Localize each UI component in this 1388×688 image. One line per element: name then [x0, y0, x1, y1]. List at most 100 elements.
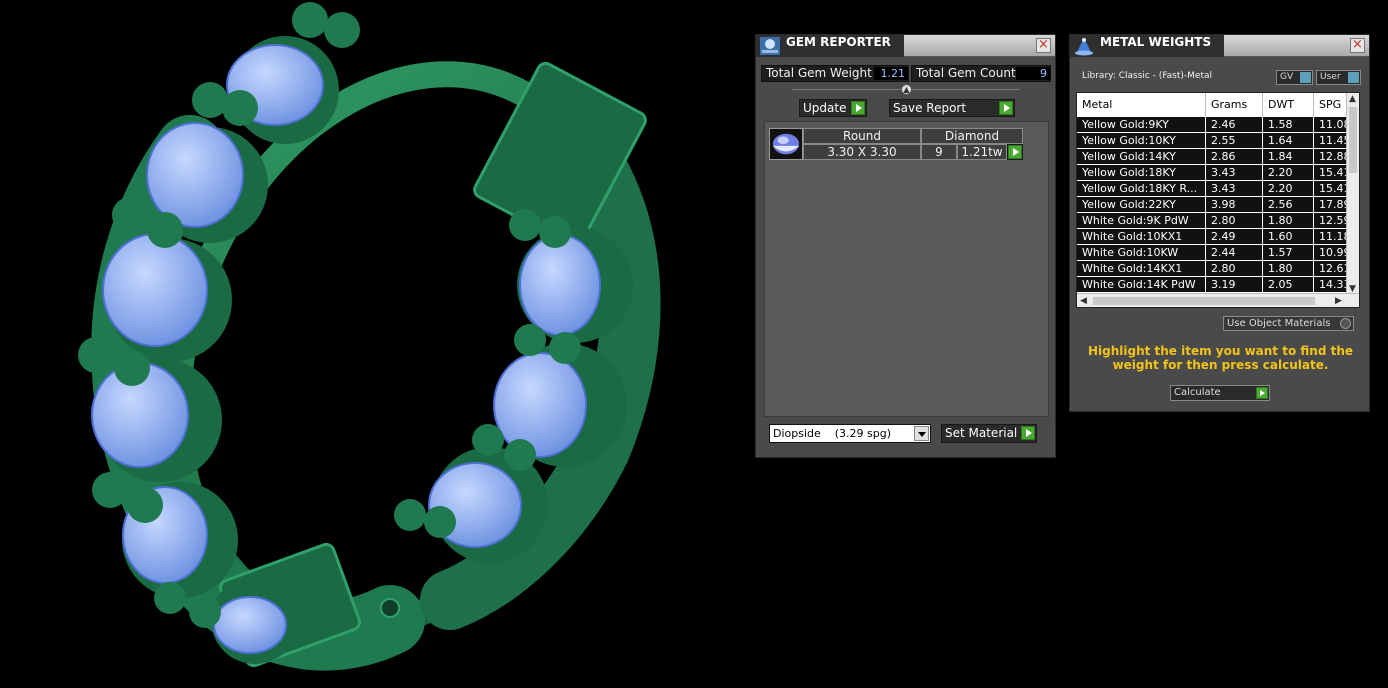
cell-metal: Yellow Gold:22KY [1077, 197, 1206, 212]
column-header-dwt[interactable]: DWT [1263, 93, 1314, 117]
gv-toggle[interactable]: GV [1276, 70, 1313, 85]
metal-weights-table[interactable]: Metal Grams DWT SPG Yellow Gold:9KY 2.46 1… [1076, 92, 1360, 308]
cell-metal: Yellow Gold:14KY [1077, 149, 1206, 164]
total-gem-count: Total Gem Count 9 [911, 65, 1051, 82]
horizontal-scrollbar[interactable]: ◀ ▶ [1077, 293, 1359, 307]
total-gem-weight-value: 1.21 [874, 67, 908, 80]
table-row[interactable]: Yellow Gold:18KY 3.43 2.20 15.41 [1077, 165, 1354, 181]
toggle-indicator-icon [1348, 72, 1359, 83]
cell-dwt: 2.20 [1263, 165, 1314, 180]
table-row[interactable]: White Gold:10KX1 2.49 1.60 11.18 [1077, 229, 1354, 245]
material-select-value: Diopside (3.29 spg) [773, 427, 892, 440]
cell-metal: Yellow Gold:9KY [1077, 117, 1206, 132]
scroll-up-icon[interactable]: ▲ [1349, 93, 1356, 105]
column-header-metal[interactable]: Metal [1077, 93, 1206, 117]
gem-weight[interactable]: 1.21tw [957, 144, 1007, 160]
gem-reporter-titlebar[interactable]: GEM REPORTER × [756, 35, 1055, 57]
cell-metal: White Gold:14K PdW [1077, 277, 1206, 292]
play-icon [851, 101, 865, 115]
metal-weights-icon [1075, 38, 1093, 56]
use-object-materials-toggle[interactable]: Use Object Materials [1223, 316, 1354, 331]
metal-weights-close-icon[interactable]: × [1350, 38, 1365, 53]
table-row[interactable]: Yellow Gold:10KY 2.55 1.64 11.45 [1077, 133, 1354, 149]
gem-reporter-title: GEM REPORTER [786, 35, 891, 49]
calculate-button[interactable]: Calculate [1170, 385, 1270, 401]
cell-metal: White Gold:14KX1 [1077, 261, 1206, 276]
round-diamond-icon [772, 133, 800, 155]
cell-grams: 2.49 [1206, 229, 1263, 244]
cell-dwt: 1.58 [1263, 117, 1314, 132]
metal-weights-title: METAL WEIGHTS [1100, 35, 1212, 49]
cell-dwt: 1.60 [1263, 229, 1314, 244]
vertical-scrollbar[interactable]: ▲ ▼ [1346, 93, 1359, 295]
cell-grams: 3.43 [1206, 165, 1263, 180]
cell-grams: 2.86 [1206, 149, 1263, 164]
material-select[interactable]: Diopside (3.29 spg) [769, 424, 931, 443]
cell-grams: 3.43 [1206, 181, 1263, 196]
cell-dwt: 1.57 [1263, 245, 1314, 260]
table-row[interactable]: White Gold:14KX1 2.80 1.80 12.61 [1077, 261, 1354, 277]
cell-grams: 2.80 [1206, 261, 1263, 276]
gem-type[interactable]: Diamond [921, 128, 1023, 144]
play-icon [1256, 387, 1268, 399]
scroll-right-icon[interactable]: ▶ [1335, 295, 1342, 307]
gem-shape[interactable]: Round [803, 128, 921, 144]
cell-metal: White Gold:9K PdW [1077, 213, 1206, 228]
table-row[interactable]: Yellow Gold:9KY 2.46 1.58 11.08 [1077, 117, 1354, 133]
scroll-left-icon[interactable]: ◀ [1080, 295, 1087, 307]
horizontal-scroll-thumb[interactable] [1093, 297, 1315, 305]
cell-dwt: 1.80 [1263, 261, 1314, 276]
table-row[interactable]: Yellow Gold:22KY 3.98 2.56 17.89 [1077, 197, 1354, 213]
table-row[interactable]: Yellow Gold:14KY 2.86 1.84 12.88 [1077, 149, 1354, 165]
column-header-grams[interactable]: Grams [1206, 93, 1263, 117]
cell-metal: Yellow Gold:10KY [1077, 133, 1206, 148]
radio-icon [1340, 318, 1351, 329]
cell-grams: 3.98 [1206, 197, 1263, 212]
gem-list[interactable]: Round 3.30 X 3.30 Diamond 9 1.21tw [764, 121, 1049, 417]
play-icon [1021, 426, 1035, 440]
cell-grams: 2.80 [1206, 213, 1263, 228]
instruction-text: Highlight the item you want to find the … [1087, 344, 1354, 372]
table-header: Metal Grams DWT SPG [1077, 93, 1354, 117]
metal-weights-title-tab: METAL WEIGHTS [1070, 35, 1224, 57]
update-label: Update [803, 101, 847, 115]
total-gem-count-label: Total Gem Count [916, 66, 1016, 80]
table-row[interactable]: Yellow Gold:18KY R... 3.43 2.20 15.41 [1077, 181, 1354, 197]
gem-reporter-close-icon[interactable]: × [1036, 38, 1051, 53]
gem-thumbnail [769, 128, 803, 160]
cell-grams: 2.55 [1206, 133, 1263, 148]
cell-grams: 2.44 [1206, 245, 1263, 260]
user-toggle[interactable]: User [1316, 70, 1361, 85]
3d-viewport[interactable] [0, 0, 750, 688]
cell-metal: White Gold:10KX1 [1077, 229, 1206, 244]
gem-count[interactable]: 9 [921, 144, 957, 160]
cell-dwt: 2.05 [1263, 277, 1314, 292]
gem-size[interactable]: 3.30 X 3.30 [803, 144, 921, 160]
gem-row-go-button[interactable] [1007, 144, 1023, 160]
cell-grams: 2.46 [1206, 117, 1263, 132]
table-row[interactable]: White Gold:9K PdW 2.80 1.80 12.59 [1077, 213, 1354, 229]
library-label: Library: Classic - (Fast)-Metal [1082, 71, 1213, 81]
splitter-collapse-icon[interactable]: ▲ [901, 84, 912, 95]
total-gem-weight: Total Gem Weight 1.21 [761, 65, 909, 82]
save-report-button[interactable]: Save Report [889, 99, 1015, 117]
update-button[interactable]: Update [799, 99, 867, 117]
toggle-indicator-icon [1300, 72, 1311, 83]
table-row[interactable]: White Gold:10KW 2.44 1.57 10.99 [1077, 245, 1354, 261]
chevron-down-icon[interactable] [914, 426, 929, 441]
total-gem-count-value: 9 [1016, 67, 1050, 80]
vertical-scroll-thumb[interactable] [1349, 107, 1357, 173]
table-row[interactable]: White Gold:14K PdW 3.19 2.05 14.33 [1077, 277, 1354, 293]
metal-weights-panel: METAL WEIGHTS × Library: Classic - (Fast… [1069, 34, 1370, 412]
gem-6 [154, 576, 299, 664]
user-label: User [1320, 72, 1341, 82]
set-material-button[interactable]: Set Material [941, 424, 1037, 443]
metal-weights-titlebar[interactable]: METAL WEIGHTS × [1070, 35, 1369, 57]
cell-dwt: 1.64 [1263, 133, 1314, 148]
cell-grams: 3.19 [1206, 277, 1263, 292]
cell-dwt: 2.20 [1263, 181, 1314, 196]
cell-metal: Yellow Gold:18KY R... [1077, 181, 1206, 196]
ring-render [78, 2, 661, 671]
cell-dwt: 1.84 [1263, 149, 1314, 164]
use-object-materials-label: Use Object Materials [1227, 318, 1331, 329]
